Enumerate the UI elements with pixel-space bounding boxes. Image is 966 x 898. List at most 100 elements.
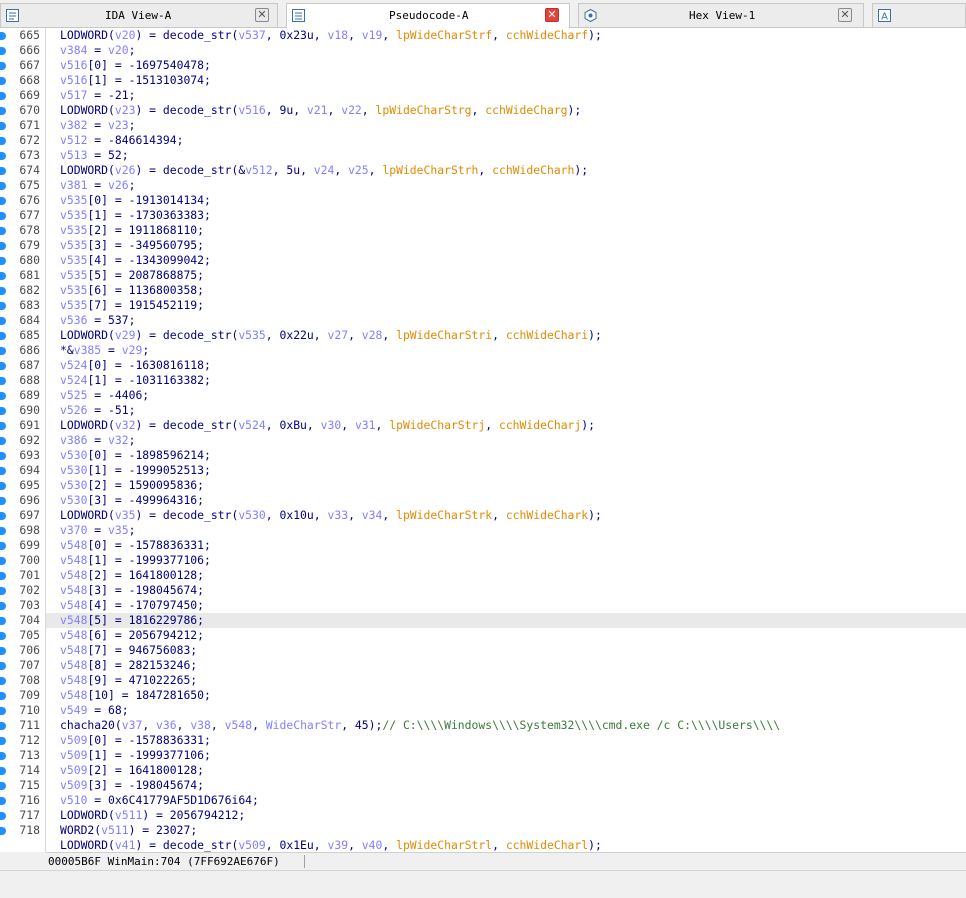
- code-line[interactable]: 685 LODWORD(v29) = decode_str(v535, 0x22u…: [0, 328, 966, 343]
- code-text: v386 = v32;: [60, 433, 136, 447]
- code-line[interactable]: 697 LODWORD(v35) = decode_str(v530, 0x10u…: [0, 508, 966, 523]
- code-text: v535[0] = -1913014134;: [60, 193, 211, 207]
- close-icon[interactable]: ✕: [255, 8, 269, 22]
- code-line[interactable]: 716 v510 = 0x6C41779AF5D1D676i64;: [0, 793, 966, 808]
- line-number: 718: [19, 823, 40, 837]
- code-line[interactable]: 672 v512 = -846614394;: [0, 133, 966, 148]
- code-line[interactable]: 691 LODWORD(v32) = decode_str(v524, 0xBu,…: [0, 418, 966, 433]
- code-text: LODWORD(v32) = decode_str(v524, 0xBu, v3…: [60, 418, 595, 432]
- code-line[interactable]: 713 v509[1] = -1999377106;: [0, 748, 966, 763]
- code-text: v526 = -51;: [60, 403, 136, 417]
- code-text: LODWORD(v23) = decode_str(v516, 9u, v21,…: [60, 103, 582, 117]
- close-icon[interactable]: ✕: [838, 8, 852, 22]
- code-line[interactable]: 715 v509[3] = -198045674;: [0, 778, 966, 793]
- code-line[interactable]: 689 v525 = -4406;: [0, 388, 966, 403]
- code-line[interactable]: 688 v524[1] = -1031163382;: [0, 373, 966, 388]
- code-line[interactable]: 668 v516[1] = -1513103074;: [0, 73, 966, 88]
- tab-structures[interactable]: A: [872, 3, 966, 27]
- code-line[interactable]: 687 v524[0] = -1630816118;: [0, 358, 966, 373]
- code-line[interactable]: 711 chacha20(v37, v36, v38, v548, WideCha…: [0, 718, 966, 733]
- code-line[interactable]: 681 v535[5] = 2087868875;: [0, 268, 966, 283]
- code-text: v525 = -4406;: [60, 388, 150, 402]
- line-number: 715: [19, 778, 40, 792]
- code-line[interactable]: 690 v526 = -51;: [0, 403, 966, 418]
- code-line[interactable]: 714 v509[2] = 1641800128;: [0, 763, 966, 778]
- line-number: 699: [19, 538, 40, 552]
- tab-hex-view[interactable]: Hex View-1 ✕: [578, 3, 864, 27]
- code-line[interactable]: 679 v535[3] = -349560795;: [0, 238, 966, 253]
- code-line[interactable]: 718 WORD2(v511) = 23027;: [0, 823, 966, 838]
- line-number: 695: [19, 478, 40, 492]
- code-line[interactable]: 702 v548[3] = -198045674;: [0, 583, 966, 598]
- code-line[interactable]: 698 v370 = v35;: [0, 523, 966, 538]
- code-line[interactable]: 684 v536 = 537;: [0, 313, 966, 328]
- close-icon[interactable]: ✕: [545, 8, 559, 22]
- code-line[interactable]: LODWORD(v41) = decode_str(v509, 0x1Eu, v…: [0, 838, 966, 852]
- line-number: 677: [19, 208, 40, 222]
- code-line[interactable]: 683 v535[7] = 1915452119;: [0, 298, 966, 313]
- code-line[interactable]: 693 v530[0] = -1898596214;: [0, 448, 966, 463]
- status-separator: [304, 855, 305, 868]
- code-line[interactable]: 686 *&v385 = v29;: [0, 343, 966, 358]
- code-text: v509[3] = -198045674;: [60, 778, 205, 792]
- code-line[interactable]: 707 v548[8] = 282153246;: [0, 658, 966, 673]
- line-number: 676: [19, 193, 40, 207]
- code-line[interactable]: 694 v530[1] = -1999052513;: [0, 463, 966, 478]
- hex-icon: [584, 8, 597, 23]
- code-line[interactable]: 704 v548[5] = 1816229786;: [0, 613, 966, 628]
- code-line[interactable]: 669 v517 = -21;: [0, 88, 966, 103]
- code-line[interactable]: 696 v530[3] = -499964316;: [0, 493, 966, 508]
- bottom-panel: [0, 870, 966, 898]
- code-text: LODWORD(v26) = decode_str(&v512, 5u, v24…: [60, 163, 589, 177]
- code-line[interactable]: 705 v548[6] = 2056794212;: [0, 628, 966, 643]
- line-number: 666: [19, 43, 40, 57]
- code-text: *&v385 = v29;: [60, 343, 150, 357]
- code-line[interactable]: 670 LODWORD(v23) = decode_str(v516, 9u, v…: [0, 103, 966, 118]
- code-line[interactable]: 703 v548[4] = -170797450;: [0, 598, 966, 613]
- code-text: v549 = 68;: [60, 703, 129, 717]
- code-line[interactable]: 695 v530[2] = 1590095836;: [0, 478, 966, 493]
- code-line[interactable]: 678 v535[2] = 1911868110;: [0, 223, 966, 238]
- code-text: v548[10] = 1847281650;: [60, 688, 211, 702]
- code-text: v517 = -21;: [60, 88, 136, 102]
- line-number: 680: [19, 253, 40, 267]
- code-line[interactable]: 700 v548[1] = -1999377106;: [0, 553, 966, 568]
- code-text: v516[1] = -1513103074;: [60, 73, 211, 87]
- code-text: v509[1] = -1999377106;: [60, 748, 211, 762]
- code-text: v382 = v23;: [60, 118, 136, 132]
- code-line[interactable]: 717 LODWORD(v511) = 2056794212;: [0, 808, 966, 823]
- tab-ida-view[interactable]: IDA View-A ✕: [0, 3, 278, 27]
- code-line[interactable]: 674 LODWORD(v26) = decode_str(&v512, 5u, …: [0, 163, 966, 178]
- pseudocode-editor[interactable]: 665 LODWORD(v20) = decode_str(v537, 0x23u…: [0, 28, 966, 852]
- line-number: 671: [19, 118, 40, 132]
- code-line[interactable]: 692 v386 = v32;: [0, 433, 966, 448]
- code-line[interactable]: 680 v535[4] = -1343099042;: [0, 253, 966, 268]
- code-line[interactable]: 675 v381 = v26;: [0, 178, 966, 193]
- code-line[interactable]: 666 v384 = v20;: [0, 43, 966, 58]
- code-line[interactable]: 671 v382 = v23;: [0, 118, 966, 133]
- code-line[interactable]: 665 LODWORD(v20) = decode_str(v537, 0x23u…: [0, 28, 966, 43]
- line-number: 684: [19, 313, 40, 327]
- code-line[interactable]: 667 v516[0] = -1697540478;: [0, 58, 966, 73]
- code-line[interactable]: 710 v549 = 68;: [0, 703, 966, 718]
- code-line[interactable]: 709 v548[10] = 1847281650;: [0, 688, 966, 703]
- code-text: v516[0] = -1697540478;: [60, 58, 211, 72]
- code-line[interactable]: 699 v548[0] = -1578836331;: [0, 538, 966, 553]
- tab-pseudocode[interactable]: Pseudocode-A ✕: [286, 3, 570, 28]
- code-line[interactable]: 682 v535[6] = 1136800358;: [0, 283, 966, 298]
- code-line[interactable]: 673 v513 = 52;: [0, 148, 966, 163]
- code-line[interactable]: 712 v509[0] = -1578836331;: [0, 733, 966, 748]
- code-line[interactable]: 706 v548[7] = 946756083;: [0, 643, 966, 658]
- svg-text:A: A: [881, 12, 888, 23]
- line-number: 697: [19, 508, 40, 522]
- code-line[interactable]: 701 v548[2] = 1641800128;: [0, 568, 966, 583]
- code-line[interactable]: 708 v548[9] = 471022265;: [0, 673, 966, 688]
- code-line[interactable]: 676 v535[0] = -1913014134;: [0, 193, 966, 208]
- code-line[interactable]: 677 v535[1] = -1730363383;: [0, 208, 966, 223]
- code-text: v535[1] = -1730363383;: [60, 208, 211, 222]
- status-line: 00005B6F WinMain:704 (7FF692AE676F): [46, 852, 966, 870]
- code-text: LODWORD(v511) = 2056794212;: [60, 808, 246, 822]
- line-number: 716: [19, 793, 40, 807]
- line-number: 669: [19, 88, 40, 102]
- line-number: 706: [19, 643, 40, 657]
